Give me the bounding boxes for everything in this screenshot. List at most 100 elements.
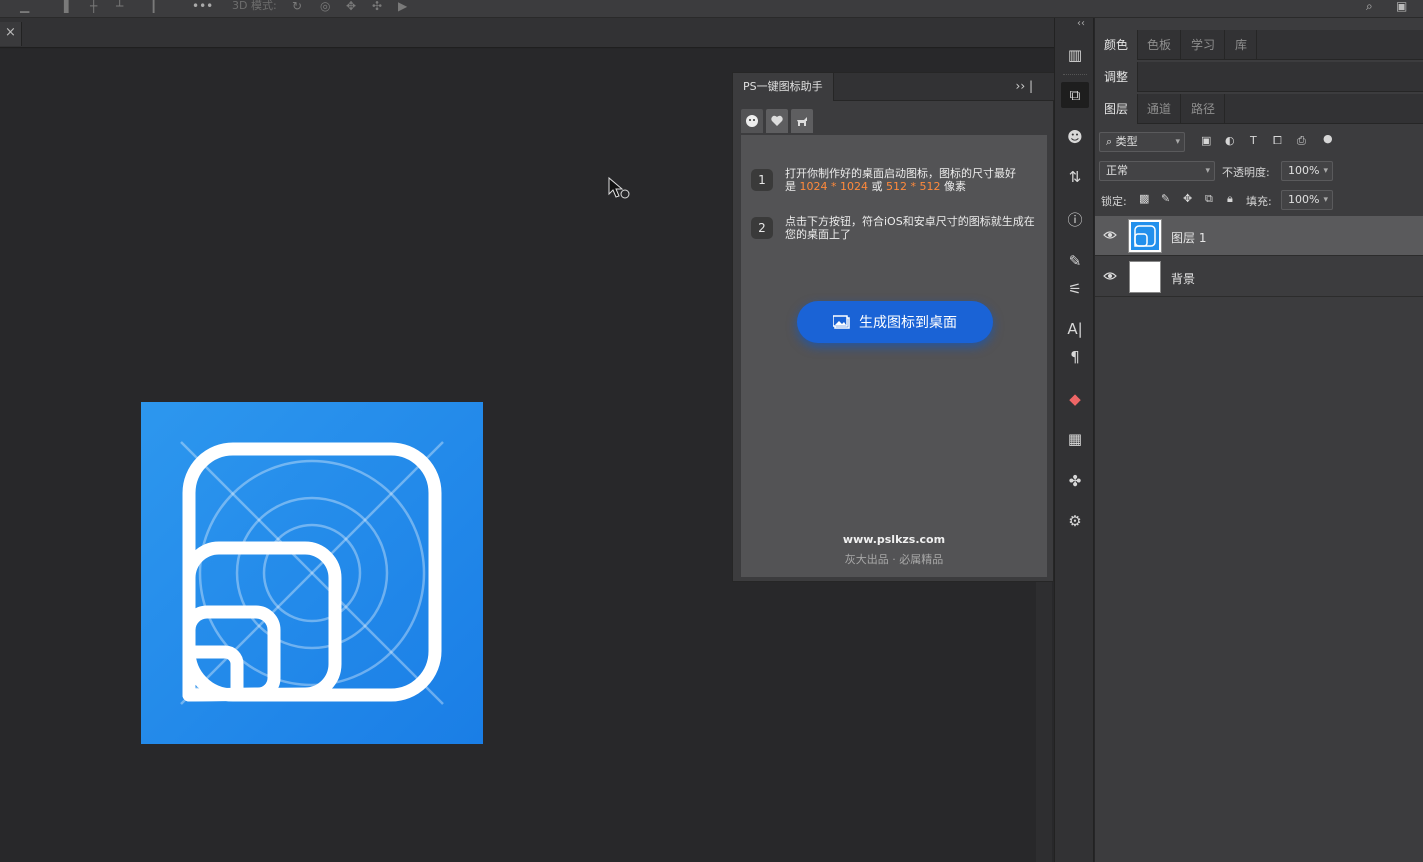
step-text: 点击下方按钮，符合iOS和安卓尺寸的图标就生成在您的桌面上了 <box>785 215 1035 241</box>
step-1-line-1: 打开你制作好的桌面启动图标，图标的尺寸最好 <box>785 167 1016 180</box>
opacity-value: 100% <box>1288 164 1320 177</box>
image-icon <box>833 315 850 329</box>
website-link[interactable]: www.pslkzs.com <box>741 533 1047 546</box>
layer-name: 图层 1 <box>1171 231 1207 245</box>
right-panels: 颜色 色板 学习 库 调整 图层 通道 路径 ⌕ 类型 ▾ ▣ ◐ T ⧠ ⎙ ●… <box>1095 18 1423 862</box>
tab-layers[interactable]: 图层 <box>1095 94 1139 124</box>
lock-all-icon[interactable]: 🔒︎ <box>1227 192 1233 206</box>
3d-pan-icon[interactable]: ✥ <box>346 0 356 14</box>
opacity-input[interactable]: 100% ▾ <box>1281 161 1333 181</box>
layer-row[interactable]: 图层 1 <box>1095 216 1423 256</box>
step-1-suffix: 像素 <box>940 180 966 193</box>
step-number: 2 <box>751 217 773 239</box>
3d-roll-icon[interactable]: ◎ <box>320 0 330 14</box>
histogram-icon[interactable]: ▥ <box>1061 42 1089 68</box>
document-icon-artwork[interactable] <box>141 402 483 744</box>
tab-channels[interactable]: 通道 <box>1138 94 1182 124</box>
eye-icon[interactable] <box>1103 228 1117 242</box>
3d-mode-label: 3D 模式: <box>232 0 277 12</box>
size-1024: 1024 * 1024 <box>799 180 868 193</box>
pixel-filter-icon[interactable]: ▣ <box>1201 134 1211 147</box>
emoji-tab-icon[interactable] <box>741 109 763 133</box>
align-bottom-icon[interactable]: ┴ <box>116 0 123 14</box>
step-1-or: 或 <box>867 180 886 193</box>
layer-thumbnail <box>1129 261 1161 293</box>
plugin-header: PS一键图标助手 ›› | <box>733 73 1055 101</box>
lock-move-icon[interactable]: ✥ <box>1183 192 1192 205</box>
workspace-icon[interactable]: ▣ <box>1396 0 1407 14</box>
options-bar: ▁ ▌ ┼ ┴ ┃ ••• 3D 模式: ↻ ◎ ✥ ✣ ▶ ⌕ ▣ <box>0 0 1423 18</box>
shape-filter-icon[interactable]: ⧠ <box>1273 134 1282 148</box>
lock-transparency-icon[interactable]: ▩ <box>1139 192 1149 205</box>
tab-paths[interactable]: 路径 <box>1182 94 1226 124</box>
icon-artwork-svg <box>180 441 444 705</box>
tab-color[interactable]: 颜色 <box>1095 30 1139 60</box>
search-icon: ⌕ <box>1106 135 1116 148</box>
tab-libraries[interactable]: 库 <box>1226 30 1258 60</box>
plugin-logo-icon[interactable]: ◆ <box>1061 386 1089 412</box>
layer-filter-select[interactable]: ⌕ 类型 ▾ <box>1099 132 1185 152</box>
lock-paint-icon[interactable]: ✎ <box>1161 192 1170 205</box>
filter-toggle-icon[interactable]: ● <box>1323 132 1333 145</box>
close-icon[interactable]: × <box>0 22 22 46</box>
info-icon[interactable]: ⓘ <box>1061 206 1089 232</box>
3d-rotate-icon[interactable]: ↻ <box>292 0 302 14</box>
smart-object-filter-icon[interactable]: ⎙ <box>1297 134 1306 148</box>
layer-thumbnail <box>1128 219 1162 253</box>
layer-row[interactable]: 背景 <box>1095 257 1423 297</box>
layers-tabbar: 图层 通道 路径 <box>1095 94 1423 124</box>
align-center-icon[interactable]: ┼ <box>90 0 97 14</box>
blend-mode-select[interactable]: 正常 ▾ <box>1099 161 1215 181</box>
panel-menu-icon[interactable]: ›› | <box>1016 79 1033 93</box>
more-options-icon[interactable]: ••• <box>192 0 213 14</box>
plugin-panel: PS一键图标助手 ›› | 1 打开你制作好的桌面启动图标，图标的尺寸最好 是 … <box>732 72 1055 582</box>
lock-artboard-icon[interactable]: ⧉ <box>1205 192 1213 206</box>
generate-icons-button[interactable]: 生成图标到桌面 <box>797 301 993 343</box>
step-number: 1 <box>751 169 773 191</box>
heart-tab-icon[interactable] <box>766 109 788 133</box>
collapse-icon[interactable]: ‹‹ <box>1077 18 1085 29</box>
type-filter-icon[interactable]: T <box>1250 134 1257 147</box>
document-tab-row: × <box>0 18 1054 48</box>
fill-label: 填充: <box>1246 195 1272 208</box>
3d-slide-icon[interactable]: ✣ <box>372 0 382 14</box>
opacity-label: 不透明度: <box>1222 166 1270 179</box>
slogan-text: 灰大出品 · 必属精品 <box>844 553 944 566</box>
size-512: 512 * 512 <box>885 180 941 193</box>
tool-presets-icon[interactable]: ⚙ <box>1061 508 1089 534</box>
fill-value: 100% <box>1288 193 1320 206</box>
color-tabbar: 颜色 色板 学习 库 <box>1095 30 1423 60</box>
step-text: 打开你制作好的桌面启动图标，图标的尺寸最好 是 1024 * 1024 或 51… <box>785 167 1043 193</box>
align-top-icon[interactable]: ▁ <box>20 0 29 14</box>
filter-kind-value: 类型 <box>1115 135 1138 148</box>
adjust-tabbar: 调整 <box>1095 62 1423 92</box>
panda-icon[interactable]: ☻ <box>1061 124 1089 150</box>
3d-scale-icon[interactable]: ▶ <box>398 0 407 14</box>
tab-adjustments[interactable]: 调整 <box>1095 62 1139 92</box>
history-icon[interactable]: ⇅ <box>1061 164 1089 190</box>
generate-button-label: 生成图标到桌面 <box>859 315 957 331</box>
lock-label: 锁定: <box>1101 195 1127 208</box>
panel-icon-strip: ‹‹ ▥ ⧉ ☻ ⇅ ⓘ ✎ ⚟ A| ¶ ◆ ▦ ✤ ⚙ <box>1054 18 1094 862</box>
layer-name: 背景 <box>1171 272 1196 286</box>
eye-icon[interactable] <box>1103 269 1117 283</box>
plugin-tab-title[interactable]: PS一键图标助手 <box>733 73 834 101</box>
paragraph-icon[interactable]: ¶ <box>1061 344 1089 370</box>
canvas-scrollbar[interactable] <box>1036 582 1052 862</box>
cursor-icon <box>608 176 630 199</box>
puzzle-icon[interactable]: ✤ <box>1061 468 1089 494</box>
adjustment-filter-icon[interactable]: ◐ <box>1225 134 1235 147</box>
character-icon[interactable]: A| <box>1061 316 1089 342</box>
tab-swatches[interactable]: 色板 <box>1138 30 1182 60</box>
dog-tab-icon[interactable] <box>791 109 813 133</box>
blend-mode-value: 正常 <box>1106 164 1128 177</box>
plugin-panel-icon[interactable]: ⧉ <box>1061 82 1089 108</box>
brush-settings-icon[interactable]: ✎ <box>1061 248 1089 274</box>
qr-code-icon[interactable]: ▦ <box>1061 426 1089 452</box>
align-left-icon[interactable]: ▌ <box>64 0 73 14</box>
distribute-icon[interactable]: ┃ <box>150 0 157 14</box>
fill-input[interactable]: 100% ▾ <box>1281 190 1333 210</box>
properties-icon[interactable]: ⚟ <box>1061 276 1089 302</box>
tab-learn[interactable]: 学习 <box>1182 30 1226 60</box>
search-icon[interactable]: ⌕ <box>1366 0 1373 14</box>
